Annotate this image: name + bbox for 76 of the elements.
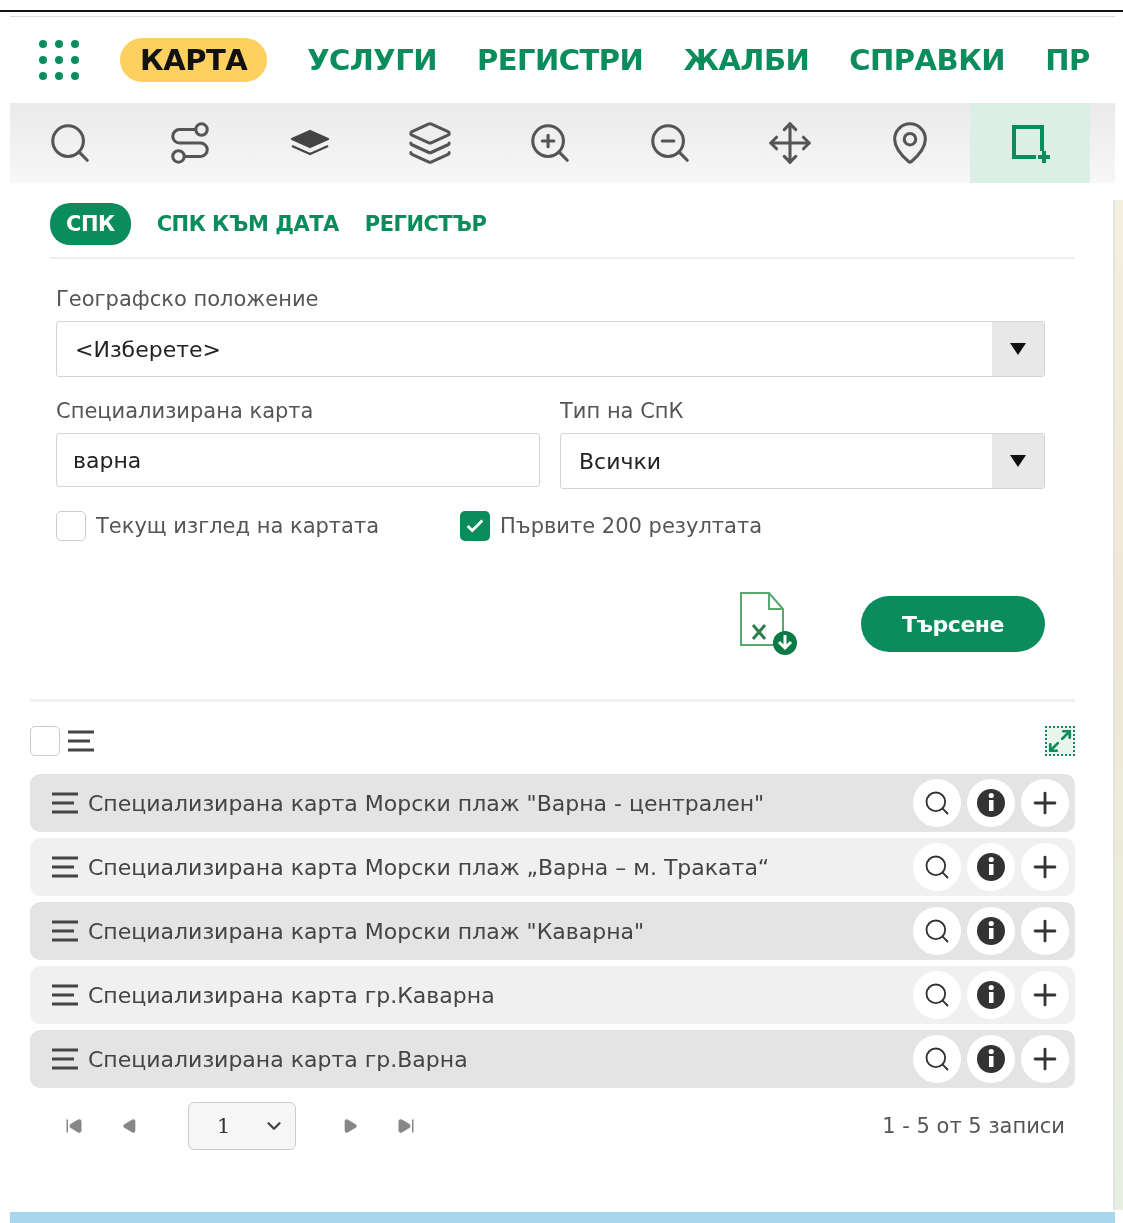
next-icon [342,1118,358,1134]
records-summary: 1 - 5 от 5 записи [882,1114,1065,1138]
add-button[interactable] [1021,843,1069,891]
dropdown-caret-icon [1010,343,1026,355]
layers-outline-icon [407,120,453,166]
search-icon [923,853,951,881]
result-title: Специализирана карта Морски плаж „Варна – м. Траката“ [88,854,771,880]
first-page-icon [65,1117,83,1135]
zoom-to-button[interactable] [913,843,961,891]
nav-link[interactable]: РЕГИСТРИ [477,38,644,82]
add-button[interactable] [1021,907,1069,955]
search-icon [923,789,951,817]
result-row[interactable]: Специализирана карта Морски плаж „Варна – м. Траката“ [30,838,1075,896]
location-select[interactable]: <Изберете> [56,321,1045,377]
row-menu-icon[interactable] [50,854,80,880]
checkbox-label: Първите 200 резултата [500,514,763,538]
field-label: Специализирана карта [56,399,315,423]
info-icon [975,1043,1007,1075]
tab[interactable]: РЕГИСТЪР [364,203,487,245]
apps-grid-icon[interactable] [38,39,80,81]
field-label: Географско положение [56,287,320,311]
row-menu-icon[interactable] [50,790,80,816]
info-icon [975,979,1007,1011]
row-menu-icon[interactable] [50,982,80,1008]
info-icon [975,915,1007,947]
result-title: Специализирана карта гр.Каварна [88,982,496,1008]
previous-icon [122,1118,138,1134]
result-title: Специализирана карта Морски плаж "Варна - централен" [88,790,766,816]
excel-export-icon[interactable] [737,591,799,657]
last-page-icon [397,1117,415,1135]
tab[interactable]: СПК КЪМ ДАТА [156,203,339,245]
row-menu-icon[interactable] [50,918,80,944]
checkbox[interactable] [56,511,86,541]
result-row[interactable]: Специализирана карта гр.Варна [30,1030,1075,1088]
tab[interactable]: СПК [50,203,131,245]
result-title: Специализирана карта Морски плаж "Каварна" [88,918,646,944]
nav-link[interactable]: ЖАЛБИ [683,38,810,82]
result-row[interactable]: Специализирана карта Морски плаж "Каварна" [30,902,1075,960]
list-menu-icon[interactable] [66,728,96,754]
add-button[interactable] [1021,971,1069,1019]
zoom-to-button[interactable] [913,971,961,1019]
info-icon [975,787,1007,819]
result-title: Специализирана карта гр.Варна [88,1046,469,1072]
info-button[interactable] [967,907,1015,955]
add-button[interactable] [1021,779,1069,827]
select-all-checkbox[interactable] [30,726,60,756]
info-icon [975,851,1007,883]
row-menu-icon[interactable] [50,1046,80,1072]
field-label: Тип на СпК [560,399,685,423]
add-button[interactable] [1021,1035,1069,1083]
search-icon [923,1045,951,1073]
zoom-to-button[interactable] [913,779,961,827]
search-icon [923,917,951,945]
info-button[interactable] [967,971,1015,1019]
page-select[interactable]: 1 [188,1102,296,1150]
nav-link[interactable]: УСЛУГИ [307,38,437,82]
zoom-to-button[interactable] [913,1035,961,1083]
search-button[interactable]: Търсене [861,596,1045,652]
result-row[interactable]: Специализирана карта Морски плаж "Варна - централен" [30,774,1075,832]
checkbox-label: Текущ изглед на картата [96,514,380,538]
checkbox[interactable] [460,511,490,541]
result-row[interactable]: Специализирана карта гр.Каварна [30,966,1075,1024]
map-name-input[interactable]: варна [56,433,540,487]
select-area-tool-button[interactable] [970,103,1090,183]
zoom-to-button[interactable] [913,907,961,955]
info-button[interactable] [967,843,1015,891]
type-select[interactable]: Всички [560,433,1045,489]
search-icon [923,981,951,1009]
info-button[interactable] [967,779,1015,827]
nav-link[interactable]: ПР [1045,38,1090,82]
dropdown-caret-icon [1010,455,1026,467]
info-button[interactable] [967,1035,1015,1083]
nav-link[interactable]: КАРТА [120,38,268,82]
expand-icon[interactable] [1045,726,1075,756]
nav-link[interactable]: СПРАВКИ [849,38,1006,82]
move-icon [767,120,813,166]
